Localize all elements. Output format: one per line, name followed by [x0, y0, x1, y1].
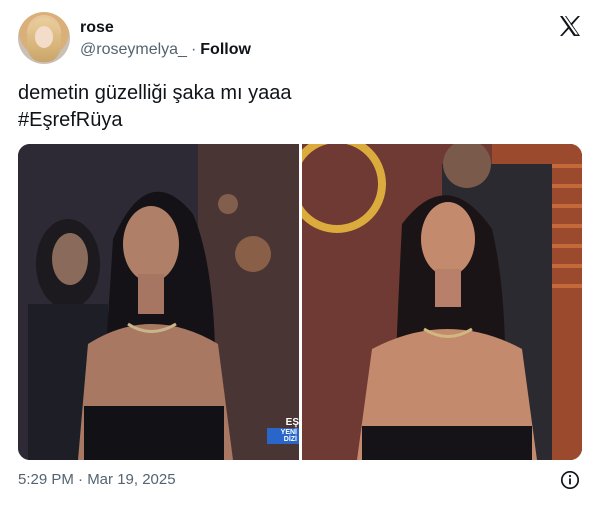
tweet-text: demetin güzelliği şaka mı yaaa #EşrefRüy…: [18, 80, 291, 134]
user-handle[interactable]: @roseymelya_: [80, 41, 187, 58]
channel-logo: EŞ YENİ DİZİ: [267, 417, 299, 446]
photo-2-scene: [302, 144, 582, 460]
channel-logo-line1: EŞ: [285, 417, 299, 428]
handle-line: @roseymelya_ · Follow: [80, 41, 251, 59]
photo-1[interactable]: EŞ YENİ DİZİ: [18, 144, 299, 460]
tweet-card: rose @roseymelya_ · Follow demetin güzelli…: [0, 0, 600, 510]
photo-1-scene: [18, 144, 299, 460]
separator: ·: [190, 41, 197, 58]
timestamp[interactable]: 5:29 PM · Mar 19, 2025: [18, 471, 176, 488]
channel-logo-line2: YENİ DİZİ: [267, 428, 299, 444]
media-grid: EŞ YENİ DİZİ: [18, 144, 582, 460]
avatar[interactable]: [18, 12, 70, 64]
user-name[interactable]: rose: [80, 19, 114, 37]
x-logo-icon[interactable]: [558, 14, 582, 38]
info-icon[interactable]: [560, 470, 580, 490]
photo-2[interactable]: [302, 144, 582, 460]
follow-button[interactable]: Follow: [200, 41, 251, 58]
tweet-text-line: demetin güzelliği şaka mı yaaa: [18, 82, 292, 104]
avatar-face: [35, 26, 53, 48]
hashtag-link[interactable]: #EşrefRüya: [18, 107, 291, 134]
